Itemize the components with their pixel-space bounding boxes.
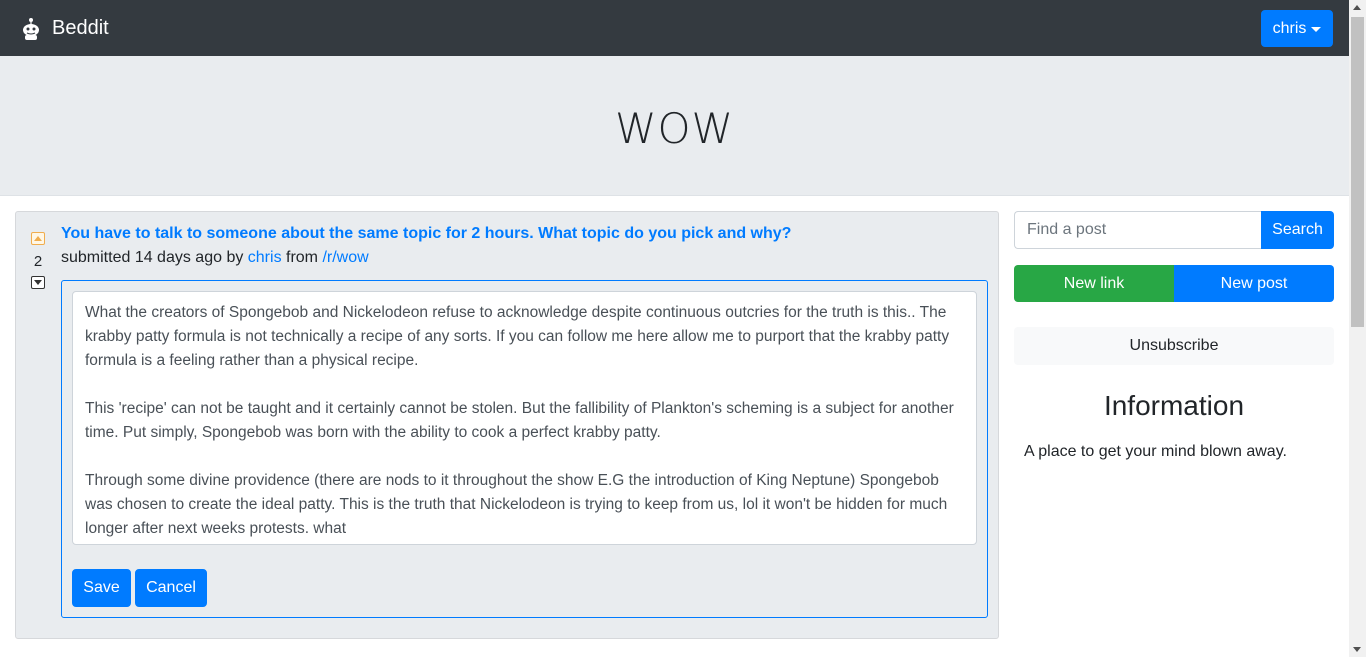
cancel-button[interactable]: Cancel	[135, 569, 207, 607]
author-link[interactable]: chris	[248, 249, 282, 266]
post-body-textarea[interactable]: What the creators of Spongebob and Nicke…	[72, 291, 977, 545]
post-body-paragraph: What the creators of Spongebob and Nicke…	[85, 304, 950, 369]
post-body-paragraph: This 'recipe' can not be taught and it c…	[85, 400, 954, 441]
user-menu-label: chris	[1272, 19, 1307, 37]
page: Beddit chris WOW 2 You have to talk to s…	[0, 0, 1349, 657]
search-button[interactable]: Search	[1261, 211, 1334, 249]
scroll-down-icon[interactable]	[1353, 647, 1361, 652]
info-heading: Information	[1103, 390, 1245, 421]
new-link-button[interactable]: New link	[1014, 265, 1174, 302]
page-title: WOW	[614, 104, 735, 153]
user-menu-button[interactable]: chris	[1261, 10, 1333, 47]
vote-score: 2	[33, 253, 43, 270]
post-title-link[interactable]: You have to talk to someone about the sa…	[61, 225, 791, 243]
search-placeholder: Find a post	[1027, 221, 1107, 238]
post-body-paragraph: Through some divine providence (there ar…	[85, 472, 948, 537]
post-card: 2 You have to talk to someone about the …	[15, 211, 999, 639]
save-button[interactable]: Save	[72, 569, 131, 607]
vote-controls: 2	[31, 232, 45, 289]
subreddit-link[interactable]: /r/wow	[322, 249, 368, 266]
info-description: A place to get your mind blown away.	[1024, 443, 1287, 460]
scroll-thumb[interactable]	[1351, 17, 1364, 327]
scroll-up-icon[interactable]	[1353, 5, 1361, 10]
reddit-alien-icon	[20, 15, 42, 41]
unsubscribe-button[interactable]: Unsubscribe	[1014, 327, 1334, 365]
search-input[interactable]: Find a post	[1014, 211, 1262, 249]
upvote-icon[interactable]	[31, 232, 45, 245]
post-edit-form: What the creators of Spongebob and Nicke…	[61, 280, 988, 618]
post-meta: submitted 14 days ago by chris from /r/w…	[61, 249, 369, 267]
caret-down-icon	[1311, 27, 1322, 32]
brand-name: Beddit	[52, 16, 109, 39]
downvote-icon[interactable]	[31, 276, 45, 289]
page-scrollbar[interactable]	[1349, 0, 1366, 657]
brand-link[interactable]: Beddit	[20, 14, 109, 42]
post-meta-prefix: submitted 14 days ago by	[61, 249, 248, 266]
subreddit-header: WOW	[0, 56, 1349, 196]
post-meta-from: from	[281, 249, 323, 266]
navbar: Beddit chris	[0, 0, 1349, 56]
new-post-button[interactable]: New post	[1174, 265, 1334, 302]
